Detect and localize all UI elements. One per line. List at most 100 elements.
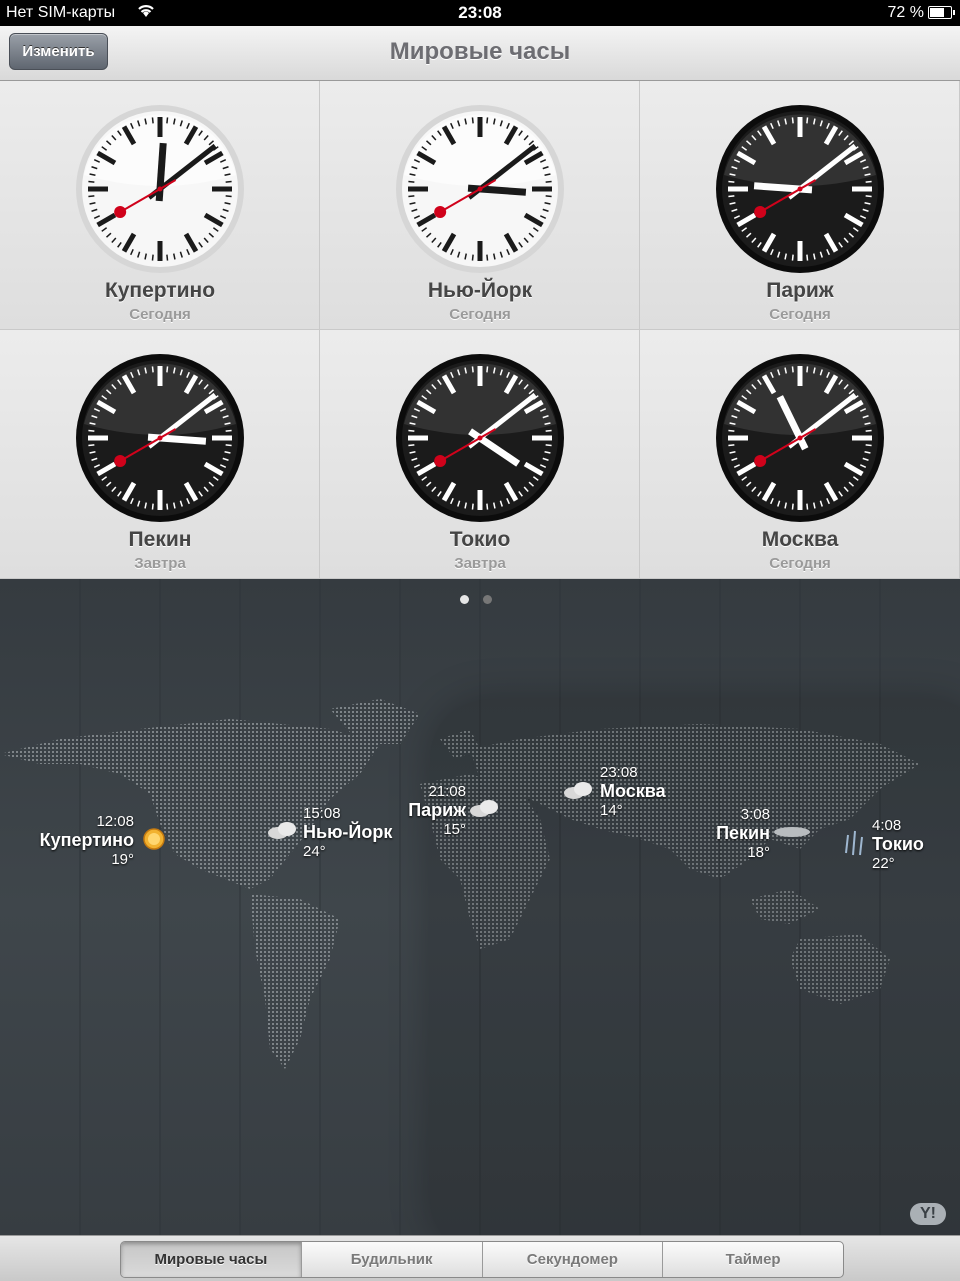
- tab-stopwatch[interactable]: Секундомер: [483, 1242, 664, 1277]
- minute-tick: [486, 117, 489, 124]
- minute-tick: [166, 366, 169, 373]
- minute-tick: [225, 195, 232, 198]
- minute-tick: [408, 429, 415, 432]
- clock-city-label: Москва: [761, 528, 839, 551]
- minute-tick: [408, 180, 415, 183]
- page-dot[interactable]: [483, 595, 492, 604]
- cloud-icon: [564, 782, 592, 799]
- clock-city-label: Пекин: [128, 528, 192, 551]
- minute-tick: [806, 503, 809, 510]
- clock-cell[interactable]: Париж Сегодня: [640, 81, 960, 330]
- minute-tick: [166, 117, 169, 124]
- minute-tick: [728, 180, 735, 183]
- battery-percent: 72 %: [887, 4, 924, 21]
- marker-time: 3:08: [740, 806, 770, 823]
- minute-tick: [225, 444, 232, 447]
- status-bar: Нет SIM-карты 23:08 72 %: [0, 0, 960, 26]
- marker-city: Нью-Йорк: [303, 822, 393, 842]
- minute-tick: [88, 195, 95, 198]
- minute-tick: [728, 195, 735, 198]
- clock-cell[interactable]: Нью-Йорк Сегодня: [320, 81, 640, 330]
- clock-cell[interactable]: Купертино Сегодня: [0, 81, 320, 330]
- minute-tick: [728, 444, 735, 447]
- clock-center-pin: [477, 435, 483, 441]
- map-marker-newyork[interactable]: 15:08 Нью-Йорк 24°: [303, 805, 392, 860]
- clock-grid: Купертино Сегодня Нью-Йорк Сегодня Париж…: [0, 81, 960, 579]
- minute-tick: [806, 254, 809, 261]
- map-marker-cupertino[interactable]: 12:08 Купертино 19°: [34, 813, 134, 868]
- clock-day-label: Сегодня: [769, 555, 831, 572]
- marker-city: Париж: [408, 800, 466, 820]
- map-marker-beijing[interactable]: 3:08 Пекин 18°: [700, 806, 770, 861]
- clock-day-label: Сегодня: [769, 306, 831, 323]
- minute-tick: [471, 503, 474, 510]
- minute-tick: [408, 444, 415, 447]
- analog-clock: [716, 105, 884, 273]
- marker-city: Купертино: [39, 830, 134, 850]
- minute-tick: [471, 117, 474, 124]
- minute-tick: [151, 503, 154, 510]
- minute-tick: [545, 180, 552, 183]
- rain-icon: [845, 830, 863, 856]
- cloud-icon: [268, 822, 296, 839]
- tab-bar: Мировые часы Будильник Секундомер Таймер: [0, 1235, 960, 1281]
- tab-timer[interactable]: Таймер: [663, 1242, 843, 1277]
- marker-time: 21:08: [428, 783, 466, 800]
- page-dot-active[interactable]: [460, 595, 469, 604]
- minute-tick: [471, 366, 474, 373]
- tab-alarm[interactable]: Будильник: [302, 1242, 483, 1277]
- analog-clock: [716, 354, 884, 522]
- minute-tick: [88, 180, 95, 183]
- world-map[interactable]: 12:08 Купертино 19° 15:08 Нью-Йорк 24° 2…: [0, 579, 960, 1235]
- clock-center-pin: [477, 186, 483, 192]
- navigation-bar: Изменить Мировые часы: [0, 26, 960, 81]
- clock-day-label: Завтра: [454, 555, 506, 572]
- minute-tick: [88, 444, 95, 447]
- minute-tick: [225, 429, 232, 432]
- second-hand-disc: [434, 206, 447, 218]
- battery-icon: [928, 6, 955, 19]
- clock-cell[interactable]: Пекин Завтра: [0, 330, 320, 579]
- segmented-control: Мировые часы Будильник Секундомер Таймер: [120, 1241, 844, 1278]
- minute-tick: [806, 117, 809, 124]
- minute-tick: [545, 444, 552, 447]
- clock-city-label: Купертино: [104, 279, 216, 302]
- clock-cell[interactable]: Москва Сегодня: [640, 330, 960, 579]
- status-time: 23:08: [458, 3, 502, 22]
- clock-center-pin: [797, 435, 803, 441]
- clock-city-label: Токио: [449, 528, 511, 551]
- marker-temp: 18°: [747, 844, 770, 861]
- page-indicator[interactable]: [460, 591, 506, 609]
- clock-center-pin: [797, 186, 803, 192]
- clock-cell[interactable]: Токио Завтра: [320, 330, 640, 579]
- minute-tick: [865, 444, 872, 447]
- minute-tick: [408, 195, 415, 198]
- marker-city: Пекин: [716, 823, 770, 843]
- minute-tick: [865, 180, 872, 183]
- yahoo-logo[interactable]: Y!: [910, 1203, 946, 1225]
- minute-tick: [806, 366, 809, 373]
- marker-temp: 19°: [111, 851, 134, 868]
- clock-day-label: Сегодня: [129, 306, 191, 323]
- second-hand-disc: [114, 455, 127, 467]
- map-marker-moscow[interactable]: 23:08 Москва 14°: [600, 764, 666, 819]
- clock-city-label: Нью-Йорк: [427, 279, 533, 302]
- minute-tick: [151, 254, 154, 261]
- map-marker-paris[interactable]: 21:08 Париж 15°: [386, 783, 466, 838]
- page-title: Мировые часы: [389, 38, 571, 65]
- minute-tick: [545, 429, 552, 432]
- marker-time: 4:08: [872, 817, 902, 834]
- sun-icon: [143, 828, 165, 850]
- minute-tick: [791, 117, 794, 124]
- marker-city: Москва: [600, 781, 666, 801]
- second-hand-disc: [754, 206, 767, 218]
- minute-tick: [88, 429, 95, 432]
- minute-tick: [225, 180, 232, 183]
- marker-time: 23:08: [600, 764, 638, 781]
- second-hand-disc: [434, 455, 447, 467]
- marker-time: 12:08: [96, 813, 134, 830]
- minute-tick: [166, 503, 169, 510]
- tab-world-clock[interactable]: Мировые часы: [121, 1242, 302, 1277]
- map-marker-tokyo[interactable]: 4:08 Токио 22°: [872, 817, 924, 872]
- clock-center-pin: [157, 435, 163, 441]
